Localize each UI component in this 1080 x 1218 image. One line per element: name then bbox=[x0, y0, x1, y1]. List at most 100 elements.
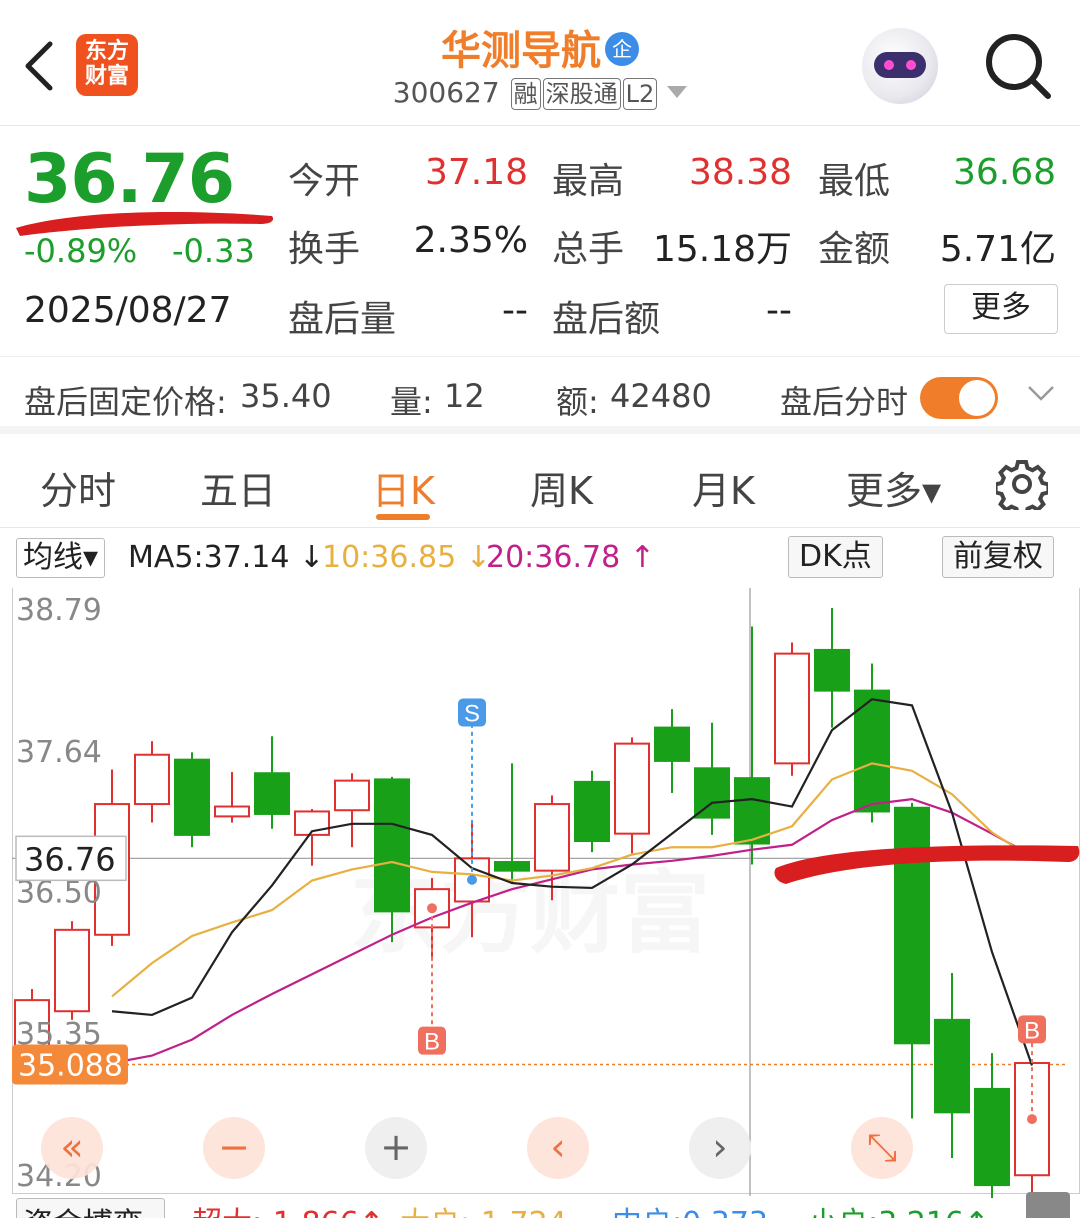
robot-eye-right bbox=[906, 60, 916, 70]
quote-date: 2025/08/27 bbox=[24, 290, 232, 331]
ah-volume-value: -- bbox=[502, 290, 528, 331]
more-button[interactable]: 更多 bbox=[944, 284, 1058, 334]
ah-volume-label: 盘后量 bbox=[288, 299, 397, 340]
open-value: 37.18 bbox=[424, 152, 528, 193]
candle-body bbox=[694, 767, 730, 819]
ah-price-label: 盘后固定价格: bbox=[24, 383, 227, 421]
ah-amt-value: 42480 bbox=[610, 377, 712, 415]
ah-amount-label: 盘后额 bbox=[552, 299, 661, 340]
after-hours-bar: 盘后固定价格: 35.40 量: 12 额: 42480 盘后分时 bbox=[0, 356, 1080, 434]
capital-selector[interactable]: 资金博弈▾ bbox=[16, 1198, 166, 1218]
signal-dot bbox=[1027, 1114, 1037, 1125]
current-price-tag-label: 36.76 bbox=[24, 840, 116, 878]
capital-flow-bar: 资金博弈▾ 超大:-1.866↑ 大户:-1.724 中户:0.373 小户:3… bbox=[0, 1196, 1080, 1218]
robot-eye-left bbox=[884, 60, 894, 70]
candle-body bbox=[534, 803, 570, 872]
chevron-down-icon[interactable] bbox=[667, 86, 688, 98]
tab-more[interactable]: 更多▾ bbox=[846, 460, 941, 515]
ah-price-tag-label: 35.088 bbox=[18, 1048, 123, 1083]
candle-body bbox=[254, 772, 290, 815]
candle-body bbox=[134, 753, 170, 806]
enterprise-badge-icon: 企 bbox=[605, 32, 639, 66]
volume-label: 总手 bbox=[552, 229, 625, 270]
indicator-selector[interactable]: 均线▾ bbox=[16, 538, 106, 578]
top-header: 东方 财富 华测导航企 300627 融深股通 L2 bbox=[0, 0, 1080, 126]
amount-label: 金额 bbox=[818, 229, 891, 270]
assistant-robot-icon[interactable] bbox=[862, 28, 938, 104]
after-hours-toggle[interactable] bbox=[920, 377, 998, 419]
change-percent: -0.89% bbox=[24, 232, 138, 270]
turnover-label: 换手 bbox=[288, 229, 361, 270]
tag-margin: 融 bbox=[510, 78, 541, 110]
ma20-value: 20:36.78 ↑ bbox=[486, 540, 655, 575]
candle-body bbox=[894, 806, 930, 1045]
stock-code: 300627 bbox=[392, 76, 500, 109]
stock-name: 华测导航 bbox=[441, 28, 601, 74]
fast-back-icon-glyph: « bbox=[60, 1125, 83, 1169]
prev-icon-glyph: ‹ bbox=[550, 1125, 565, 1169]
candle-body bbox=[174, 758, 210, 836]
ma5-value: MA5:37.14 ↓ bbox=[128, 540, 325, 575]
kline-chart[interactable]: SB B38.7937.6436.5035.3534.2036.7635.088«… bbox=[0, 588, 1080, 1198]
tab-intraday[interactable]: 分时 bbox=[40, 460, 116, 515]
candle-body bbox=[614, 742, 650, 835]
robot-visor bbox=[874, 52, 926, 78]
expand-corner-button[interactable] bbox=[1026, 1192, 1070, 1218]
tab-daily-k[interactable]: 日K bbox=[372, 460, 435, 515]
low-value: 36.68 bbox=[952, 152, 1056, 193]
volume-value: 15.18万 bbox=[652, 229, 792, 270]
candle-body bbox=[334, 779, 370, 812]
tag-l2: L2 bbox=[622, 78, 658, 110]
zoom-out-icon-glyph: − bbox=[218, 1125, 250, 1169]
large-value: 大户:-1.724 bbox=[400, 1198, 567, 1218]
signal-label: B bbox=[1024, 1017, 1040, 1044]
mid-value: 中户:0.373 bbox=[612, 1198, 768, 1218]
candle-body bbox=[814, 648, 850, 692]
dk-point-button[interactable]: DK点 bbox=[788, 536, 883, 578]
candle-body bbox=[374, 778, 410, 913]
search-icon[interactable] bbox=[982, 30, 1052, 100]
amount-value: 5.71亿 bbox=[939, 229, 1056, 270]
ah-price-value: 35.40 bbox=[240, 377, 332, 415]
chevron-down-icon[interactable] bbox=[1026, 381, 1056, 405]
fullscreen-icon-glyph: ⤡ bbox=[867, 1125, 897, 1169]
ma10-value: 10:36.85 ↓ bbox=[322, 540, 491, 575]
tab-five-day[interactable]: 五日 bbox=[200, 460, 276, 515]
ah-amt-label: 额: bbox=[556, 383, 599, 421]
change-amount: -0.33 bbox=[172, 232, 255, 270]
signal-label: B bbox=[424, 1029, 440, 1056]
candle-body bbox=[934, 1018, 970, 1114]
toggle-knob bbox=[959, 380, 995, 416]
open-label: 今开 bbox=[288, 161, 361, 202]
candle-body bbox=[734, 777, 770, 845]
high-label: 最高 bbox=[552, 161, 625, 202]
ah-vol-label: 量: bbox=[390, 383, 433, 421]
active-tab-indicator bbox=[376, 514, 430, 520]
turnover-value: 2.35% bbox=[413, 220, 528, 261]
tag-connect: 深股通 bbox=[542, 78, 621, 110]
candle-body bbox=[654, 726, 690, 762]
super-large-value: 超大:-1.866↑ bbox=[192, 1198, 384, 1218]
y-tick-label: 37.64 bbox=[16, 735, 102, 770]
signal-dot bbox=[467, 874, 477, 885]
candle-body bbox=[974, 1087, 1010, 1187]
next-icon-glyph: › bbox=[712, 1125, 727, 1169]
tab-weekly-k[interactable]: 周K bbox=[530, 460, 593, 515]
adjust-button[interactable]: 前复权 bbox=[942, 536, 1054, 578]
low-label: 最低 bbox=[818, 161, 891, 202]
signal-dot bbox=[427, 903, 437, 914]
candle-body bbox=[774, 652, 810, 765]
small-value: 小户:3.216↑ bbox=[808, 1198, 989, 1218]
candle-body bbox=[214, 805, 250, 818]
zoom-in-icon-glyph: + bbox=[380, 1125, 412, 1169]
candle-body bbox=[54, 928, 90, 1013]
y-tick-label: 38.79 bbox=[16, 593, 102, 628]
ah-vol-value: 12 bbox=[444, 377, 485, 415]
candle-body bbox=[494, 861, 530, 872]
tab-monthly-k[interactable]: 月K bbox=[692, 460, 755, 515]
ah-amount-value: -- bbox=[766, 290, 792, 331]
moving-average-bar: 均线▾ MA5:37.14 ↓ 10:36.85 ↓ 20:36.78 ↑ DK… bbox=[0, 532, 1080, 582]
gear-icon[interactable] bbox=[996, 458, 1048, 510]
ah-toggle-label: 盘后分时 bbox=[780, 383, 909, 421]
signal-label: S bbox=[464, 701, 480, 728]
